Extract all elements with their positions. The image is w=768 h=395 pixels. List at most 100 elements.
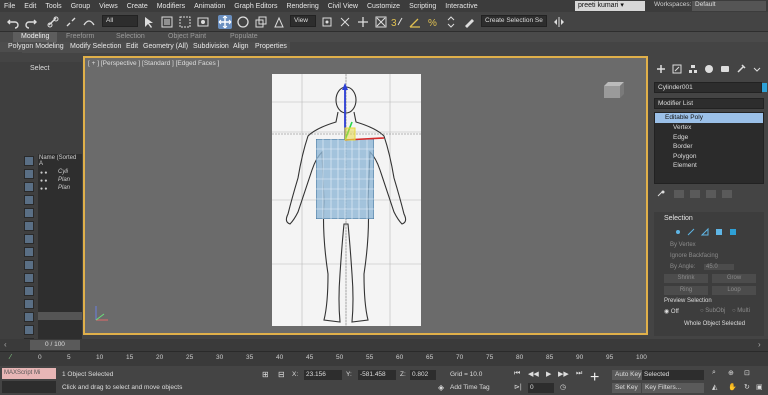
display-frozen-icon[interactable] [24,312,34,322]
select-by-name-icon[interactable] [160,15,174,29]
create-tab-icon[interactable] [656,64,666,74]
tab-modeling[interactable]: Modeling [13,32,58,42]
make-unique-icon[interactable] [690,190,700,198]
configure-modifier-sets-icon[interactable] [722,190,732,198]
panel-subdivision[interactable]: Subdivision [193,43,229,50]
spinner-snap-icon[interactable] [444,15,458,29]
time-slider-thumb[interactable]: 0 / 100 [30,340,80,350]
add-time-tag-button[interactable]: Add Time Tag [450,384,490,391]
stack-item-polygon[interactable]: Polygon [655,152,763,162]
display-containers-icon[interactable] [24,299,34,309]
menu-civil-view[interactable]: Civil View [328,3,358,10]
cylinder-object[interactable] [315,138,375,220]
tab-populate[interactable]: Populate [230,33,258,40]
play-icon[interactable]: ▶ [546,370,551,378]
object-color-swatch[interactable] [762,83,767,92]
snaps-toggle-icon[interactable] [374,15,388,29]
grow-button[interactable]: Grow [712,274,756,283]
menu-graph-editors[interactable]: Graph Editors [234,3,277,10]
y-coordinate-field[interactable]: -581.458 [358,370,396,380]
menu-modifiers[interactable]: Modifiers [157,3,185,10]
stack-item-editable-poly[interactable]: Editable Poly [655,113,763,123]
display-all-icon[interactable] [24,169,34,179]
edit-named-selection-icon[interactable] [462,15,476,29]
display-xrefs-icon[interactable] [24,273,34,283]
panel-modify-selection[interactable]: Modify Selection [70,43,121,50]
pan-view-icon[interactable]: ✋ [728,383,737,391]
key-filter-selected-dropdown[interactable]: Selected [642,370,704,380]
explorer-column-header[interactable]: Name (Sorted A [38,154,82,168]
track-bar[interactable]: ⁄ 0 5 10 15 20 25 30 35 40 45 50 55 60 6… [0,351,768,366]
display-spacewarps-icon[interactable] [24,247,34,257]
by-vertex-checkbox[interactable]: By Vertex [670,242,696,248]
stack-item-edge[interactable]: Edge [655,133,763,143]
explorer-select-menu[interactable]: Select [30,65,49,72]
menu-customize[interactable]: Customize [367,3,400,10]
menu-file[interactable]: File [4,3,15,10]
ignore-backfacing-checkbox[interactable]: Ignore Backfacing [670,253,718,259]
select-object-icon[interactable] [142,15,156,29]
menu-interactive[interactable]: Interactive [445,3,477,10]
bind-space-warp-icon[interactable] [82,15,96,29]
maxscript-listener-input[interactable]: MAXScript Mi [2,368,56,379]
object-name-field[interactable]: Cylinder001 [654,82,762,93]
modify-tab-icon[interactable] [672,64,682,74]
workspaces-dropdown[interactable]: Default [692,1,766,11]
show-end-result-icon[interactable] [674,190,684,198]
user-account-dropdown[interactable]: preeti kumari ▾ [575,1,645,11]
zoom-all-icon[interactable]: ⊕ [728,369,734,377]
loop-button[interactable]: Loop [712,286,756,295]
set-key-button[interactable]: Set Key [612,383,641,393]
selection-filter-dropdown[interactable]: All [102,15,138,27]
viewport-label-menu[interactable]: [ + ] [Perspective ] [Standard ] [Edged … [88,60,219,67]
undo-icon[interactable] [6,15,20,29]
display-lights-icon[interactable] [24,208,34,218]
zoom-icon[interactable]: ⌕ [712,369,716,377]
menu-edit[interactable]: Edit [24,3,36,10]
select-scale-icon[interactable] [254,15,268,29]
display-shapes-icon[interactable] [24,195,34,205]
menu-views[interactable]: Views [99,3,118,10]
selection-rollout-title[interactable]: Selection [664,215,693,222]
select-move-icon[interactable] [218,15,232,29]
stack-item-vertex[interactable]: Vertex [655,123,763,133]
motion-tab-icon[interactable] [704,64,714,74]
stack-item-border[interactable]: Border [655,142,763,152]
go-to-end-icon[interactable]: ⏭ [576,370,582,378]
by-angle-field[interactable]: 45.0 [704,264,734,270]
menu-scripting[interactable]: Scripting [409,3,436,10]
by-angle-checkbox[interactable]: By Angle: [670,264,695,270]
field-of-view-icon[interactable]: ◭ [712,383,717,391]
auto-key-button[interactable]: Auto Key [612,370,645,380]
panel-geometry-all[interactable]: Geometry (All) [143,43,188,50]
key-filters-button[interactable]: Key Filters... [642,383,704,393]
list-item[interactable]: Plan [38,176,82,184]
display-tab-icon[interactable] [720,64,730,74]
rectangular-selection-icon[interactable] [178,15,192,29]
window-crossing-icon[interactable] [196,15,210,29]
panel-properties[interactable]: Properties [255,43,287,50]
go-to-start-icon[interactable]: ⏮ [514,370,520,378]
viewcube[interactable] [598,80,628,100]
time-slider[interactable]: ‹ 0 / 100 › [0,339,768,351]
x-coordinate-field[interactable]: 23.156 [304,370,342,380]
stack-item-element[interactable]: Element [655,161,763,171]
time-tag-icon[interactable]: ◈ [438,383,448,393]
tab-selection[interactable]: Selection [116,33,145,40]
mirror-icon[interactable] [552,15,566,29]
select-place-icon[interactable] [272,15,286,29]
display-hidden-icon[interactable] [24,325,34,335]
select-and-manipulate-icon[interactable] [338,15,352,29]
time-configuration-icon[interactable]: ◷ [560,383,566,391]
panel-edit[interactable]: Edit [126,43,138,50]
current-frame-field[interactable]: 0 [528,383,554,393]
display-bones-icon[interactable] [24,286,34,296]
redo-icon[interactable] [24,15,38,29]
curve-editor-icon[interactable]: ⁄ [10,354,18,362]
menu-tools[interactable]: Tools [45,3,61,10]
preview-subobj-radio[interactable]: ○ SubObj [700,308,725,314]
maximize-viewport-icon[interactable]: ▣ [756,383,763,391]
tab-object-paint[interactable]: Object Paint [168,33,206,40]
display-helpers-icon[interactable] [24,234,34,244]
orbit-icon[interactable]: ↻ [744,383,750,391]
